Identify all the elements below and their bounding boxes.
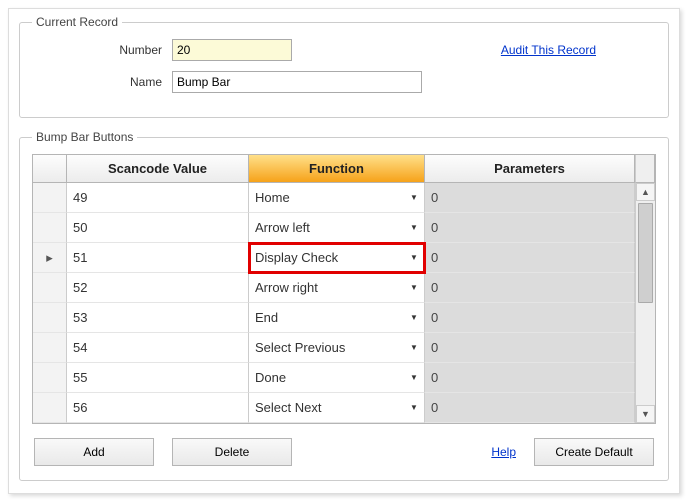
parameters-cell[interactable]: 0: [425, 183, 635, 213]
audit-link[interactable]: Audit This Record: [501, 43, 596, 57]
add-button[interactable]: Add: [34, 438, 154, 466]
table-row[interactable]: 53 End ▼0: [33, 303, 635, 333]
grid-header: Scancode Value Function Parameters: [33, 155, 655, 183]
header-scancode[interactable]: Scancode Value: [67, 155, 249, 183]
current-record-legend: Current Record: [32, 15, 122, 29]
name-input[interactable]: [172, 71, 422, 93]
function-value: Display Check: [255, 250, 338, 265]
scroll-up-arrow[interactable]: ▲: [636, 183, 655, 201]
number-label: Number: [32, 43, 172, 57]
row-indicator: [33, 183, 67, 213]
table-row[interactable]: 55 Done ▼0: [33, 363, 635, 393]
row-indicator: ▸: [33, 243, 67, 273]
chevron-down-icon[interactable]: ▼: [406, 219, 422, 237]
current-record-group: Current Record Number Audit This Record …: [19, 15, 669, 118]
scancode-cell[interactable]: 55: [67, 363, 249, 393]
function-value: Home: [255, 190, 290, 205]
scancode-cell[interactable]: 51: [67, 243, 249, 273]
chevron-down-icon[interactable]: ▼: [406, 369, 422, 387]
header-function[interactable]: Function: [249, 155, 425, 183]
chevron-down-icon[interactable]: ▼: [406, 309, 422, 327]
row-indicator: [33, 333, 67, 363]
function-cell[interactable]: Done ▼: [249, 363, 425, 393]
scroll-down-arrow[interactable]: ▼: [636, 405, 655, 423]
row-indicator: [33, 303, 67, 333]
row-indicator: [33, 393, 67, 423]
header-rowhandle: [33, 155, 67, 183]
chevron-down-icon[interactable]: ▼: [406, 399, 422, 417]
buttons-grid: Scancode Value Function Parameters 49Hom…: [32, 154, 656, 424]
row-indicator: [33, 363, 67, 393]
table-row[interactable]: 49 Home ▼0: [33, 183, 635, 213]
header-parameters[interactable]: Parameters: [425, 155, 635, 183]
chevron-down-icon[interactable]: ▼: [406, 279, 422, 297]
parameters-cell[interactable]: 0: [425, 303, 635, 333]
function-cell[interactable]: Arrow left ▼: [249, 213, 425, 243]
function-cell[interactable]: Arrow right ▼: [249, 273, 425, 303]
scancode-cell[interactable]: 56: [67, 393, 249, 423]
vertical-scrollbar[interactable]: ▲ ▼: [635, 183, 655, 423]
function-cell[interactable]: Display Check ▼: [249, 243, 425, 273]
grid-rows: 49Home▼050Arrow left▼0▸51Display Check▼0…: [33, 183, 635, 423]
help-link[interactable]: Help: [491, 445, 516, 459]
function-value: Select Next: [255, 400, 321, 415]
function-cell[interactable]: Select Next ▼: [249, 393, 425, 423]
bump-bar-group: Bump Bar Buttons Scancode Value Function…: [19, 130, 669, 481]
actions-row: Add Delete Help Create Default: [32, 438, 656, 466]
parameters-cell[interactable]: 0: [425, 243, 635, 273]
function-cell[interactable]: Home ▼: [249, 183, 425, 213]
chevron-down-icon[interactable]: ▼: [406, 189, 422, 207]
create-default-button[interactable]: Create Default: [534, 438, 654, 466]
function-value: Arrow left: [255, 220, 310, 235]
function-value: Arrow right: [255, 280, 318, 295]
function-value: Done: [255, 370, 286, 385]
function-cell[interactable]: End ▼: [249, 303, 425, 333]
header-scroll-spacer: [635, 155, 655, 183]
scancode-cell[interactable]: 50: [67, 213, 249, 243]
parameters-cell[interactable]: 0: [425, 273, 635, 303]
table-row[interactable]: 54 Select Previous ▼0: [33, 333, 635, 363]
number-input[interactable]: [172, 39, 292, 61]
scancode-cell[interactable]: 54: [67, 333, 249, 363]
row-indicator: [33, 213, 67, 243]
bump-bar-legend: Bump Bar Buttons: [32, 130, 137, 144]
table-row[interactable]: 50 Arrow left ▼0: [33, 213, 635, 243]
scancode-cell[interactable]: 53: [67, 303, 249, 333]
parameters-cell[interactable]: 0: [425, 393, 635, 423]
function-cell[interactable]: Select Previous ▼: [249, 333, 425, 363]
scancode-cell[interactable]: 49: [67, 183, 249, 213]
parameters-cell[interactable]: 0: [425, 213, 635, 243]
chevron-down-icon[interactable]: ▼: [406, 339, 422, 357]
function-value: Select Previous: [255, 340, 345, 355]
scancode-cell[interactable]: 52: [67, 273, 249, 303]
delete-button[interactable]: Delete: [172, 438, 292, 466]
function-value: End: [255, 310, 278, 325]
name-label: Name: [32, 75, 172, 89]
table-row[interactable]: ▸51 Display Check ▼0: [33, 243, 635, 273]
chevron-down-icon[interactable]: ▼: [406, 249, 422, 267]
window-frame: Current Record Number Audit This Record …: [8, 8, 680, 494]
row-indicator: [33, 273, 67, 303]
table-row[interactable]: 52 Arrow right ▼0: [33, 273, 635, 303]
table-row[interactable]: 56 Select Next ▼0: [33, 393, 635, 423]
parameters-cell[interactable]: 0: [425, 363, 635, 393]
parameters-cell[interactable]: 0: [425, 333, 635, 363]
scroll-thumb[interactable]: [638, 203, 653, 303]
